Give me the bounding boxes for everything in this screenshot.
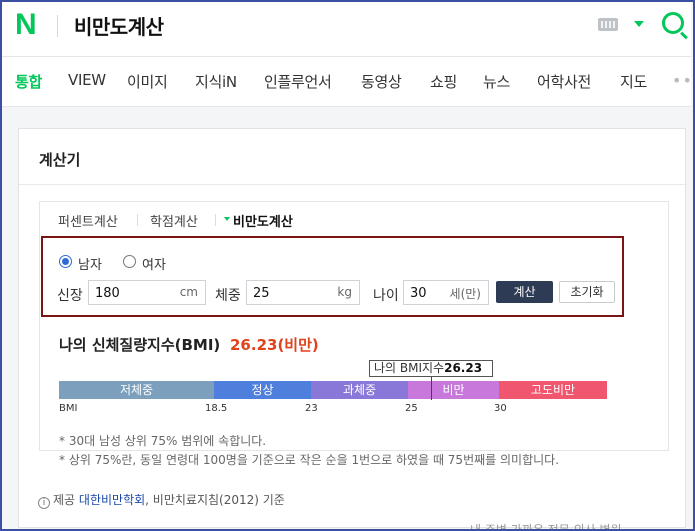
search-header: N 비만도계산	[2, 2, 691, 57]
bmi-marker-line	[431, 377, 432, 400]
bmi-tick: 25	[405, 403, 418, 414]
bmi-bar-severe-obese: 고도비만	[499, 381, 607, 399]
bmi-tick: 18.5	[205, 403, 228, 414]
age-unit: 세(만)	[449, 287, 481, 301]
height-value: 180	[95, 286, 120, 301]
bmi-tick: 23	[305, 403, 318, 414]
bmi-result-title: 나의 신체질량지수(BMI)	[59, 336, 221, 354]
tab-view[interactable]: VIEW	[68, 71, 106, 89]
source-info: i 제공 대한비만학회, 비만치료지침(2012) 기준	[38, 491, 285, 509]
bmi-marker-value: 26.23	[444, 361, 483, 375]
naver-logo[interactable]: N	[15, 10, 41, 40]
tab-images[interactable]: 이미지	[127, 71, 168, 92]
clinic-search-text[interactable]: 내 주변 가까운 전문 의사 병원	[470, 521, 622, 531]
bmi-note: * 30대 남성 상위 75% 범위에 속합니다.	[59, 434, 267, 448]
active-tab-triangle-icon	[224, 217, 230, 221]
source-prefix: 제공	[53, 493, 76, 507]
subtab-bmi[interactable]: 비만도계산	[233, 211, 293, 230]
age-value: 30	[410, 286, 427, 301]
bmi-bar-normal: 정상	[214, 381, 311, 399]
tab-knowledge-in[interactable]: 지식iN	[195, 71, 237, 92]
search-query-text[interactable]: 비만도계산	[74, 11, 164, 40]
bmi-marker-label: 나의 BMI지수26.23	[369, 360, 493, 377]
height-input[interactable]: 180 cm	[88, 280, 206, 305]
keyboard-icon[interactable]	[598, 18, 618, 31]
height-unit: cm	[179, 285, 198, 299]
subtab-grade[interactable]: 학점계산	[150, 211, 198, 230]
subtab-divider	[137, 214, 138, 226]
card-title: 계산기	[39, 151, 81, 169]
tab-news[interactable]: 뉴스	[483, 71, 510, 92]
calculator-subtabs: 퍼센트계산 학점계산 비만도계산	[40, 202, 668, 236]
more-tabs-icon[interactable]: •••	[672, 71, 695, 90]
source-link[interactable]: 대한비만학회	[79, 493, 145, 507]
gender-male-radio[interactable]	[59, 255, 72, 268]
tab-shopping[interactable]: 쇼핑	[430, 71, 457, 92]
source-suffix: , 비만치료지침(2012) 기준	[145, 493, 285, 507]
bmi-bar-overweight: 과체중	[311, 381, 408, 399]
header-divider	[57, 15, 58, 37]
tab-map[interactable]: 지도	[620, 71, 647, 92]
tab-dictionary[interactable]: 어학사전	[537, 71, 591, 92]
calculate-button[interactable]: 계산	[496, 281, 553, 303]
bmi-input-panel: 남자 여자 신장 180 cm 체중 25 kg 나이 30 세(만) 계산 초…	[41, 236, 624, 317]
height-label: 신장	[57, 288, 83, 304]
bmi-marker-text: 나의 BMI지수	[374, 361, 445, 375]
subtab-percent[interactable]: 퍼센트계산	[58, 211, 118, 230]
info-icon: i	[38, 497, 50, 509]
reset-button[interactable]: 초기화	[559, 281, 615, 303]
bmi-note: * 상위 75%란, 동일 연령대 100명을 기준으로 작은 순을 1번으로 …	[59, 453, 560, 467]
age-label: 나이	[373, 288, 399, 304]
calculator-card: 계산기 퍼센트계산 학점계산 비만도계산	[18, 128, 687, 528]
bmi-tick: 30	[494, 403, 507, 414]
card-divider	[19, 184, 687, 185]
bmi-bar-underweight: 저체중	[59, 381, 214, 399]
weight-value: 25	[253, 286, 270, 301]
age-input[interactable]: 30 세(만)	[403, 280, 489, 305]
tab-integrated[interactable]: 통합	[15, 71, 42, 92]
bmi-scale-label: BMI	[59, 403, 78, 414]
subtab-divider	[215, 214, 216, 226]
weight-input[interactable]: 25 kg	[246, 280, 360, 305]
dropdown-arrow-icon[interactable]	[634, 21, 644, 27]
weight-label: 체중	[215, 288, 241, 304]
tab-video[interactable]: 동영상	[361, 71, 402, 92]
tab-influencer[interactable]: 인플루언서	[264, 71, 332, 92]
bmi-bar-obese: 비만	[408, 381, 499, 399]
gender-male-label[interactable]: 남자	[78, 254, 102, 273]
bmi-result-value: 26.23(비만)	[230, 336, 319, 354]
search-icon[interactable]	[662, 12, 684, 34]
gender-female-radio[interactable]	[123, 255, 136, 268]
search-tabs: 통합 VIEW 이미지 지식iN 인플루언서 동영상 쇼핑 뉴스 어학사전 지도…	[2, 57, 695, 107]
gender-female-label[interactable]: 여자	[142, 254, 166, 273]
weight-unit: kg	[337, 285, 352, 299]
